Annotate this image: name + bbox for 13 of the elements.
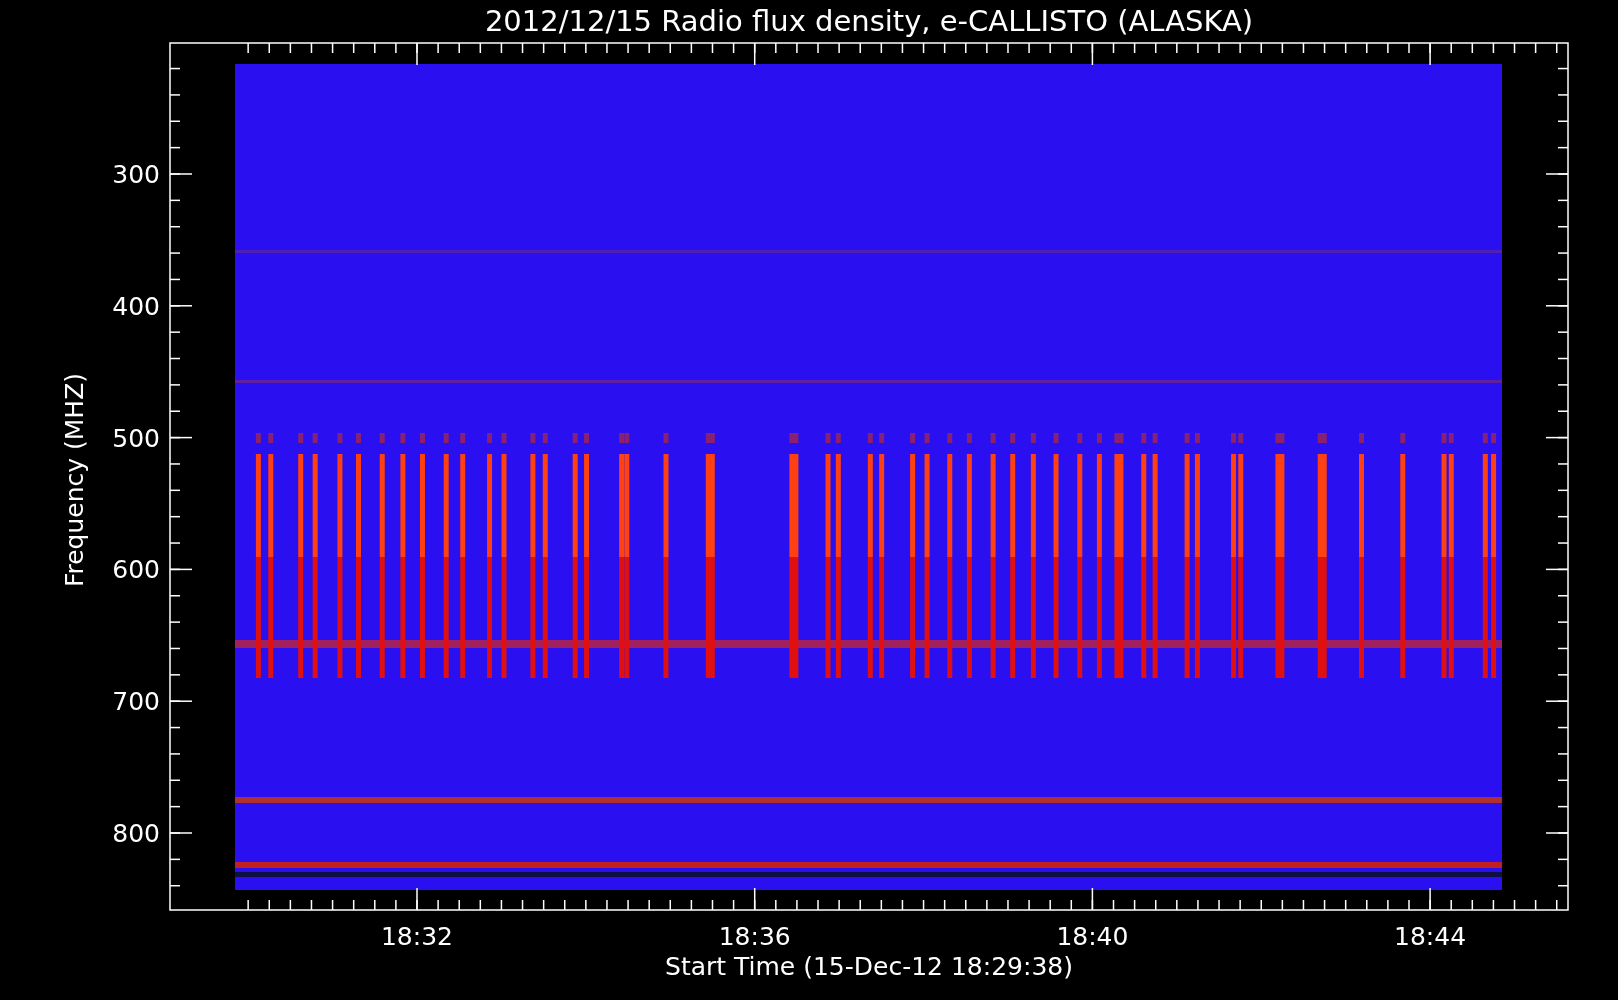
x-tick-label: 18:36	[718, 922, 791, 951]
y-tick-label: 700	[112, 687, 160, 717]
x-tick-label: 18:32	[381, 922, 453, 951]
y-axis-label: Frequency (MHZ)	[60, 372, 89, 588]
y-tick-label: 300	[112, 160, 160, 189]
y-tick-label: 500	[112, 423, 160, 453]
chart-title: 2012/12/15 Radio flux density, e-CALLISTO (ALASKA)	[484, 4, 1254, 38]
x-tick-label: 18:40	[1056, 922, 1129, 951]
x-tick-label: 18:44	[1394, 922, 1467, 951]
y-tick-label: 600	[112, 555, 160, 585]
x-axis-label: Start Time (15-Dec-12 18:29:38)	[665, 952, 1073, 981]
y-tick-label: 400	[112, 291, 160, 321]
y-tick-label: 800	[112, 819, 160, 848]
